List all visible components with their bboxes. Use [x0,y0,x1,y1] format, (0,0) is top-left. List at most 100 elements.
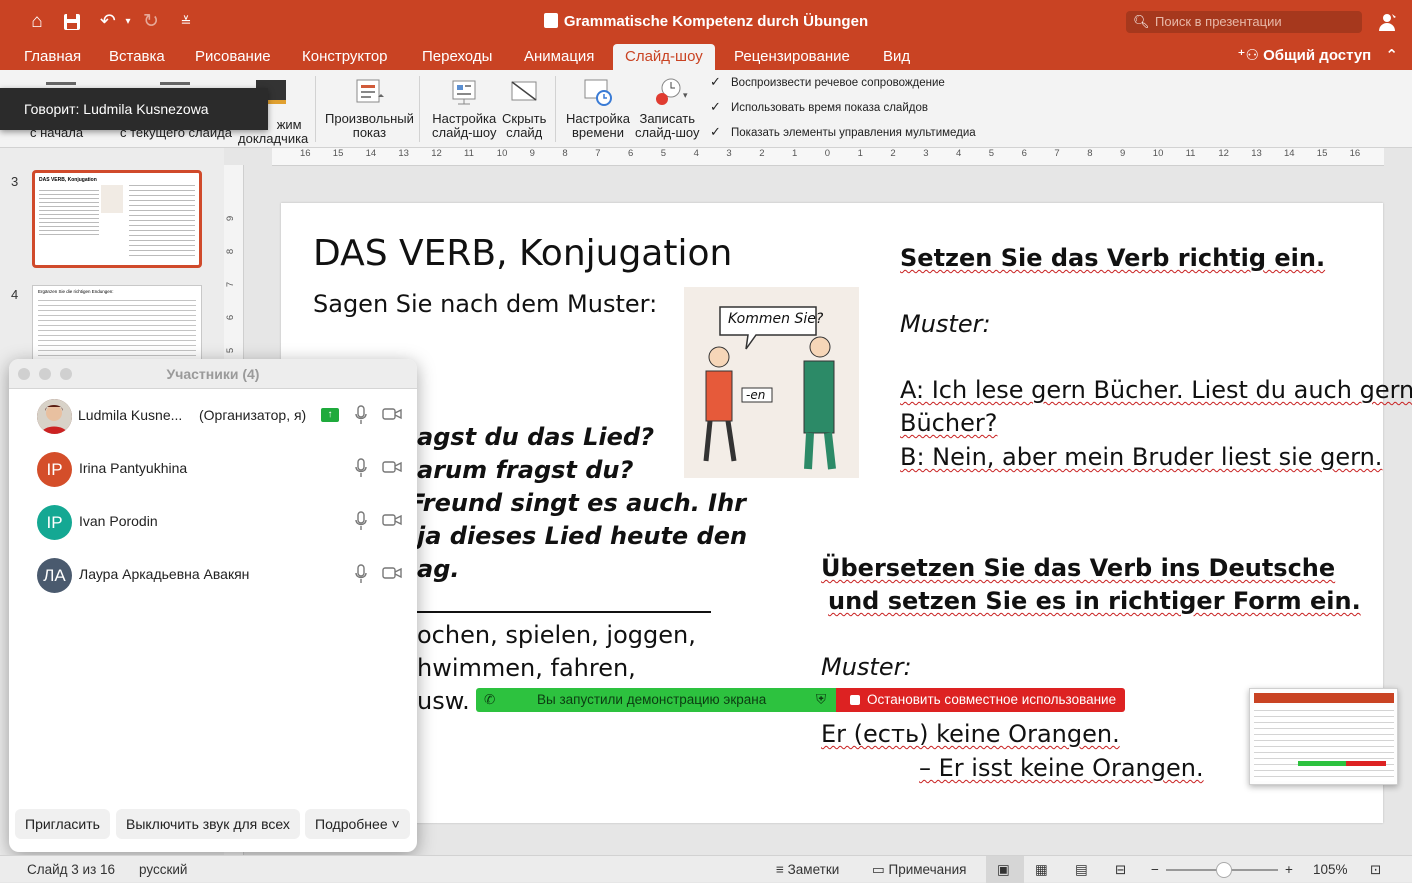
custom-show-button[interactable]: Произвольный показ [325,76,414,140]
close-window-button[interactable] [18,368,30,380]
setup-slideshow-button[interactable]: Настройка слайд-шоу [432,76,497,140]
more-button[interactable]: Подробнее ˅ [305,809,410,839]
stop-icon [850,695,860,705]
checkmark-icon: ✓ [710,124,721,139]
ending-card-text: -en [746,388,766,402]
search-icon: 🔍︎ [1133,14,1150,29]
participant-role: (Организатор, я) [199,407,307,423]
example-a-line-1: A: Ich lese gern Bücher. Liest du auch g… [900,376,1412,404]
tab-animations[interactable]: Анимация [524,48,594,65]
slideshow-view-icon[interactable]: ⊟ [1115,862,1126,878]
ruler-label: 3 [726,148,732,159]
reading-view-icon[interactable]: ▤ [1075,862,1088,878]
rehearse-timings-button[interactable]: Настройка времени [566,76,630,140]
avatar [37,399,72,434]
normal-view-icon: ▣ [997,862,1010,877]
account-icon[interactable] [1376,10,1400,34]
share-button[interactable]: ⁺⚇ Общий доступ ⌃ [1238,46,1398,64]
play-from-start-icon [46,82,76,85]
minimize-window-button[interactable] [39,368,51,380]
ruler-label: 1 [857,148,863,159]
camera-icon[interactable] [382,566,402,580]
microphone-icon[interactable] [355,458,367,478]
ruler-label: 11 [464,148,474,159]
muster-label-2: Muster: [821,653,912,681]
use-timings-checkbox[interactable]: ✓ Использовать время показа слайдов [710,100,928,114]
translate-heading-1: Übersetzen Sie das Verb ins Deutsche [821,554,1336,582]
question-line-2: arum fragst du? [417,456,634,484]
slide-sorter-icon[interactable]: ▦ [1035,862,1048,878]
ruler-label: 2 [890,148,896,159]
zoom-window-button[interactable] [60,368,72,380]
tab-review[interactable]: Рецензирование [734,48,850,65]
ruler-label: 3 [923,148,929,159]
zoom-level[interactable]: 105% [1313,862,1348,877]
tab-design[interactable]: Конструктор [302,48,388,65]
ruler-label: 5 [225,347,237,354]
participants-window: Участники (4) Ludmila Kusne... (Организа… [9,359,417,852]
screen-share-status-bar[interactable]: ✆ Вы запустили демонстрацию экрана ⛨ [476,688,836,712]
stop-share-button[interactable]: Остановить совместное использование [836,688,1125,712]
record-dropdown-icon[interactable]: ▾ [683,90,688,101]
participant-row[interactable]: IP Irina Pantyukhina [9,442,417,495]
share-preview-thumbnail[interactable] [1249,688,1398,785]
hide-slide-button[interactable]: Скрыть слайд [502,76,546,140]
ribbon-tabs: Главная Вставка Рисование Конструктор Пе… [0,44,1412,70]
narration-checkbox[interactable]: ✓ Воспроизвести речевое сопровождение [710,75,945,89]
notes-button[interactable]: ≡ Заметки [776,862,839,877]
participant-row[interactable]: ЛА Лаура Аркадьевна Авакян [9,548,417,601]
ribbon-separator [419,76,420,142]
record-slideshow-button[interactable]: Записать слайд-шоу [635,76,700,140]
mute-all-button[interactable]: Выключить звук для всех [116,809,300,839]
ruler-label: 8 [562,148,568,159]
participant-name: Irina Pantyukhina [79,460,188,476]
verbs-line-1: ochen, spielen, joggen, [417,621,696,649]
participant-name: Лаура Аркадьевна Авакян [79,566,250,582]
horizontal-ruler: 16 15 14 13 12 11 10 9 8 7 6 5 4 3 2 1 0 1 2 3 4 5 6 7 8 9 10 11 12 1… [272,148,1384,166]
slide[interactable]: DAS VERB, Konjugation Sagen Sie nach dem… [281,203,1412,823]
ruler-label: 16 [1349,148,1361,159]
collapse-ribbon-icon[interactable]: ⌃ [1385,47,1398,64]
microphone-icon[interactable] [355,564,367,584]
ruler-label: 11 [1185,148,1196,159]
tab-home[interactable]: Главная [24,48,81,65]
tab-view[interactable]: Вид [883,48,910,65]
fit-to-window-icon[interactable]: ⊡ [1370,862,1381,878]
setup-slideshow-icon [452,80,476,105]
camera-icon[interactable] [382,407,402,421]
zoom-slider-handle[interactable] [1216,862,1232,878]
ruler-label: 15 [332,148,344,159]
zoom-out-icon[interactable]: − [1151,862,1159,877]
ribbon-separator [555,76,556,142]
language-indicator[interactable]: русский [139,862,187,877]
tab-draw[interactable]: Рисование [195,48,271,65]
avatar: ЛА [37,558,72,593]
camera-icon[interactable] [382,513,402,527]
chevron-down-icon: ˅ [387,816,400,832]
ruler-label: 16 [300,148,311,159]
shield-icon: ⛨ [816,692,827,707]
media-controls-checkbox[interactable]: ✓ Показать элементы управления мультимеди… [710,125,976,139]
tab-transitions[interactable]: Переходы [422,48,492,65]
ruler-label: 7 [595,148,601,159]
comments-button[interactable]: ▭ Примечания [872,862,966,878]
slide-thumbnail-3[interactable]: DAS VERB, Konjugation [32,170,202,268]
tab-slideshow[interactable]: Слайд-шоу [613,44,715,70]
ruler-label: 9 [225,215,237,222]
invite-button[interactable]: Пригласить [15,809,110,839]
microphone-icon[interactable] [355,405,367,425]
tab-insert[interactable]: Вставка [109,48,165,65]
avatar: IP [37,505,72,540]
example-b-line: B: Nein, aber mein Bruder liest sie gern… [900,443,1383,471]
verbs-line-3: usw. [417,687,470,715]
microphone-icon[interactable] [355,511,367,531]
search-input[interactable]: 🔍︎ Поиск в презентации [1126,11,1362,33]
camera-icon[interactable] [382,460,402,474]
participant-row[interactable]: IP Ivan Porodin [9,495,417,548]
participant-row[interactable]: Ludmila Kusne... (Организатор, я) ↑ [9,389,417,442]
ruler-label: 5 [988,148,995,159]
ruler-label: 7 [225,281,237,288]
zoom-in-icon[interactable]: + [1285,862,1293,877]
participant-name: Ludmila Kusne... [78,407,183,423]
ribbon-separator [315,76,316,142]
